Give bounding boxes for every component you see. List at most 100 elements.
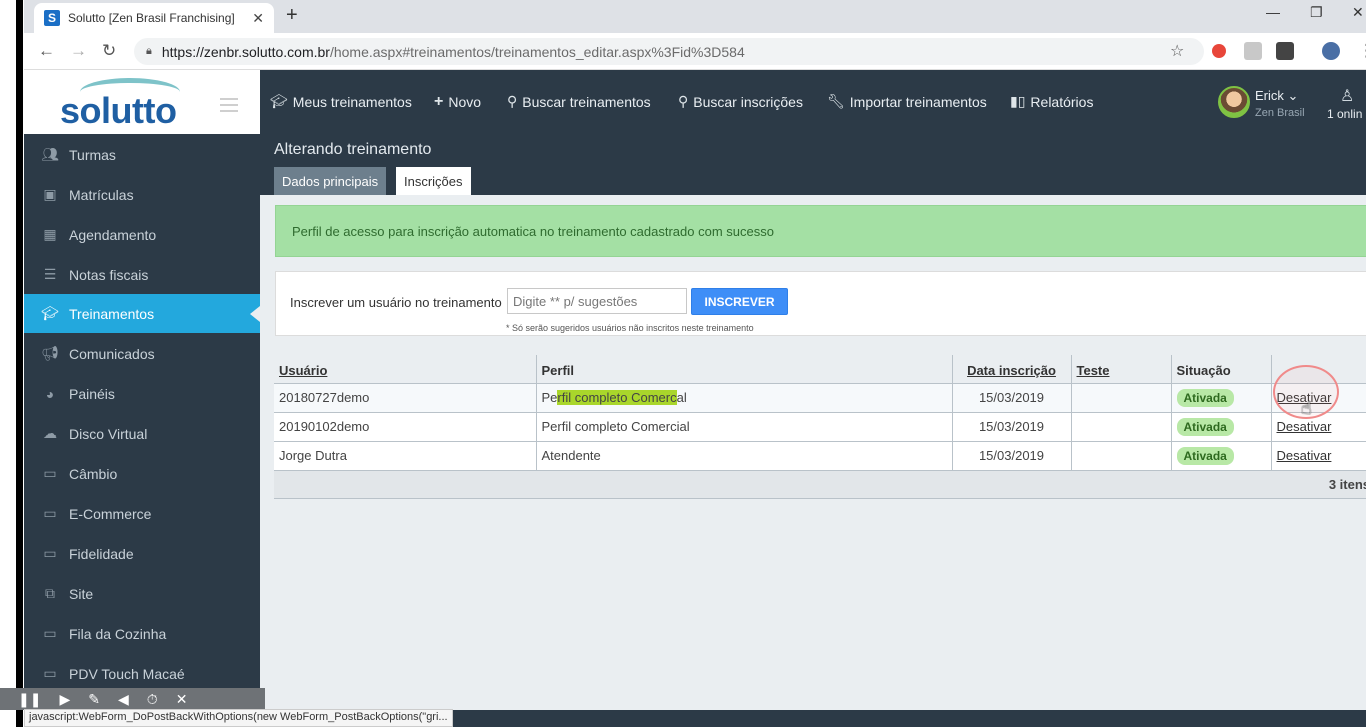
sidebar-item-label: Notas fiscais [69,266,149,283]
sidebar-item-turmas[interactable]: 👥︎ Turmas [24,135,260,174]
success-alert: Perfil de acesso para inscrição automati… [275,205,1366,257]
column-header-teste[interactable]: Teste [1070,355,1171,384]
sidebar-item-label: Disco Virtual [69,425,148,442]
address-bar[interactable]: 🔒︎ https://zenbr.solutto.com.br/home.asp… [134,38,1204,65]
close-window-icon[interactable]: ✕ [1352,4,1364,21]
browser-tab[interactable]: S Solutto [Zen Brasil Franchising] ✕ [34,3,274,33]
user-online-icon[interactable]: ♙ [1340,86,1354,106]
desativar-link[interactable]: Desativar [1277,448,1332,463]
enrollment-table: Usuário Perfil Data inscrição Teste Situ… [274,355,1366,499]
profile-avatar-icon[interactable] [1322,42,1340,60]
sidebar-item-paineis[interactable]: ◕ Painéis [24,374,260,413]
sitemap-icon: ⧉ [45,585,55,601]
window-icon: ▭ [43,465,57,481]
browser-tab-bar: S Solutto [Zen Brasil Franchising] ✕ + —… [0,0,1366,33]
minimize-icon[interactable]: — [1266,4,1280,20]
sidebar-item-label: Turmas [69,146,116,163]
back-icon[interactable]: ← [38,41,55,61]
pen-icon[interactable]: ✎ [88,691,100,708]
sidebar-item-label: Câmbio [69,465,118,482]
column-header-usuario[interactable]: Usuário [274,355,536,384]
logo[interactable]: solutto [60,90,177,132]
sidebar-item-label: Site [69,585,94,602]
extension-icon[interactable] [1212,44,1226,58]
nav-label: Importar treinamentos [849,93,987,110]
sidebar-item-label: Treinamentos [69,305,155,322]
tab-dados-principais[interactable]: Dados principais [274,167,387,195]
window-icon: ▭ [43,665,57,681]
graduation-cap-icon: 🎓︎ [270,93,288,109]
sidebar-item-treinamentos[interactable]: 🎓︎ Treinamentos [24,294,260,333]
extension-icon[interactable] [1276,42,1294,60]
user-search-input[interactable] [507,288,687,314]
nav-importar-treinamentos[interactable]: 🔧︎ Importar treinamentos [827,93,987,110]
nav-label: Novo [448,94,482,110]
nav-novo[interactable]: + Novo [434,93,481,111]
window-icon: ▭ [43,545,57,561]
pie-chart-icon: ◕ [45,385,55,402]
sidebar-item-label: PDV Touch Macaé [69,665,185,682]
url-path: /home.aspx#treinamentos/treinamentos_edi… [329,43,745,60]
sidebar-item-fidelidade[interactable]: ▭ Fidelidade [24,534,260,573]
sidebar-item-e-commerce[interactable]: ▭ E-Commerce [24,494,260,533]
status-badge: Ativada [1176,388,1234,407]
sidebar-item-label: Matrículas [69,186,134,203]
user-org: Zen Brasil [1255,107,1305,119]
table-row: Jorge Dutra Atendente 15/03/2019 Ativada… [274,441,1366,471]
inscrever-button[interactable]: INSCREVER [691,288,788,315]
reload-icon[interactable]: ↻ [102,41,116,61]
close-tab-icon[interactable]: ✕ [252,10,264,27]
left-edge-strip [0,0,24,727]
hamburger-icon[interactable] [220,98,238,116]
user-name: Erick [1255,88,1284,103]
sidebar-item-agendamento[interactable]: ▦ Agendamento [24,215,260,254]
close-icon[interactable]: ✕ [176,691,188,708]
sidebar-item-label: Painéis [69,385,115,402]
rewind-icon[interactable]: ◀ [118,691,129,708]
perfil-selected-text: rfil completo Comerc [557,390,677,405]
sidebar-item-site[interactable]: ⧉ Site [24,574,260,613]
graduation-cap-icon: 🎓︎ [41,305,59,321]
table-row: 20180727demo Perfil completo Comercal 15… [274,383,1366,413]
sidebar-item-notas-fiscais[interactable]: ☰ Notas fiscais [24,255,260,294]
chevron-down-icon: ⌄ [1287,88,1299,103]
perfil-text: al [676,390,687,405]
new-tab-button[interactable]: + [286,4,298,27]
pause-icon[interactable]: ❚❚ [18,691,41,708]
timer-icon[interactable]: ⏱︎ [147,691,158,708]
tab-title: Solutto [Zen Brasil Franchising] [68,11,235,25]
column-header-data-inscricao[interactable]: Data inscrição [951,355,1071,384]
top-navigation: 🎓︎ Meus treinamentos + Novo ⚲ Buscar treina… [260,70,1366,134]
perfil-text: Pe [541,390,558,405]
bookmark-star-icon[interactable]: ☆ [1170,41,1184,61]
nav-buscar-inscricoes[interactable]: ⚲ Buscar inscrições [678,93,803,110]
avatar[interactable] [1218,86,1250,118]
sidebar-item-cambio[interactable]: ▭ Câmbio [24,454,260,493]
sidebar-item-fila-da-cozinha[interactable]: ▭ Fila da Cozinha [24,614,260,653]
column-header-situacao: Situação [1170,355,1271,384]
sidebar-item-matriculas[interactable]: ▣ Matrículas [24,175,260,214]
window-icon: ▭ [43,505,57,521]
nav-meus-treinamentos[interactable]: 🎓︎ Meus treinamentos [270,93,412,110]
nav-relatorios[interactable]: ▮▯ Relatórios [1010,93,1093,110]
desativar-link[interactable]: Desativar [1277,419,1332,434]
sidebar-item-comunicados[interactable]: 📢︎ Comunicados [24,334,260,373]
sidebar-item-disco-virtual[interactable]: ☁ Disco Virtual [24,414,260,453]
forward-icon[interactable]: → [70,41,87,61]
menu-kebab-icon[interactable]: ⋮ [1358,41,1366,61]
status-bar-url: javascript:WebForm_DoPostBackWithOptions… [24,709,453,727]
sidebar-item-label: Fila da Cozinha [69,625,167,642]
restore-icon[interactable]: ❐ [1310,4,1323,21]
extension-icon[interactable] [1244,42,1262,60]
nav-buscar-treinamentos[interactable]: ⚲ Buscar treinamentos [507,93,651,110]
play-icon[interactable]: ▶ [59,691,70,708]
cell-data: 15/03/2019 [951,441,1071,471]
user-menu[interactable]: Erick ⌄ [1255,88,1298,104]
cell-situacao: Ativada [1170,383,1271,413]
table-row: 20190102demo Perfil completo Comercial 1… [274,412,1366,442]
subscribe-note: * Só serão sugeridos usuários não inscri… [506,323,754,333]
nav-label: Relatórios [1030,93,1094,110]
cell-teste [1070,412,1171,442]
search-icon: ⚲ [678,93,689,109]
tab-inscricoes[interactable]: Inscrições [396,167,471,195]
